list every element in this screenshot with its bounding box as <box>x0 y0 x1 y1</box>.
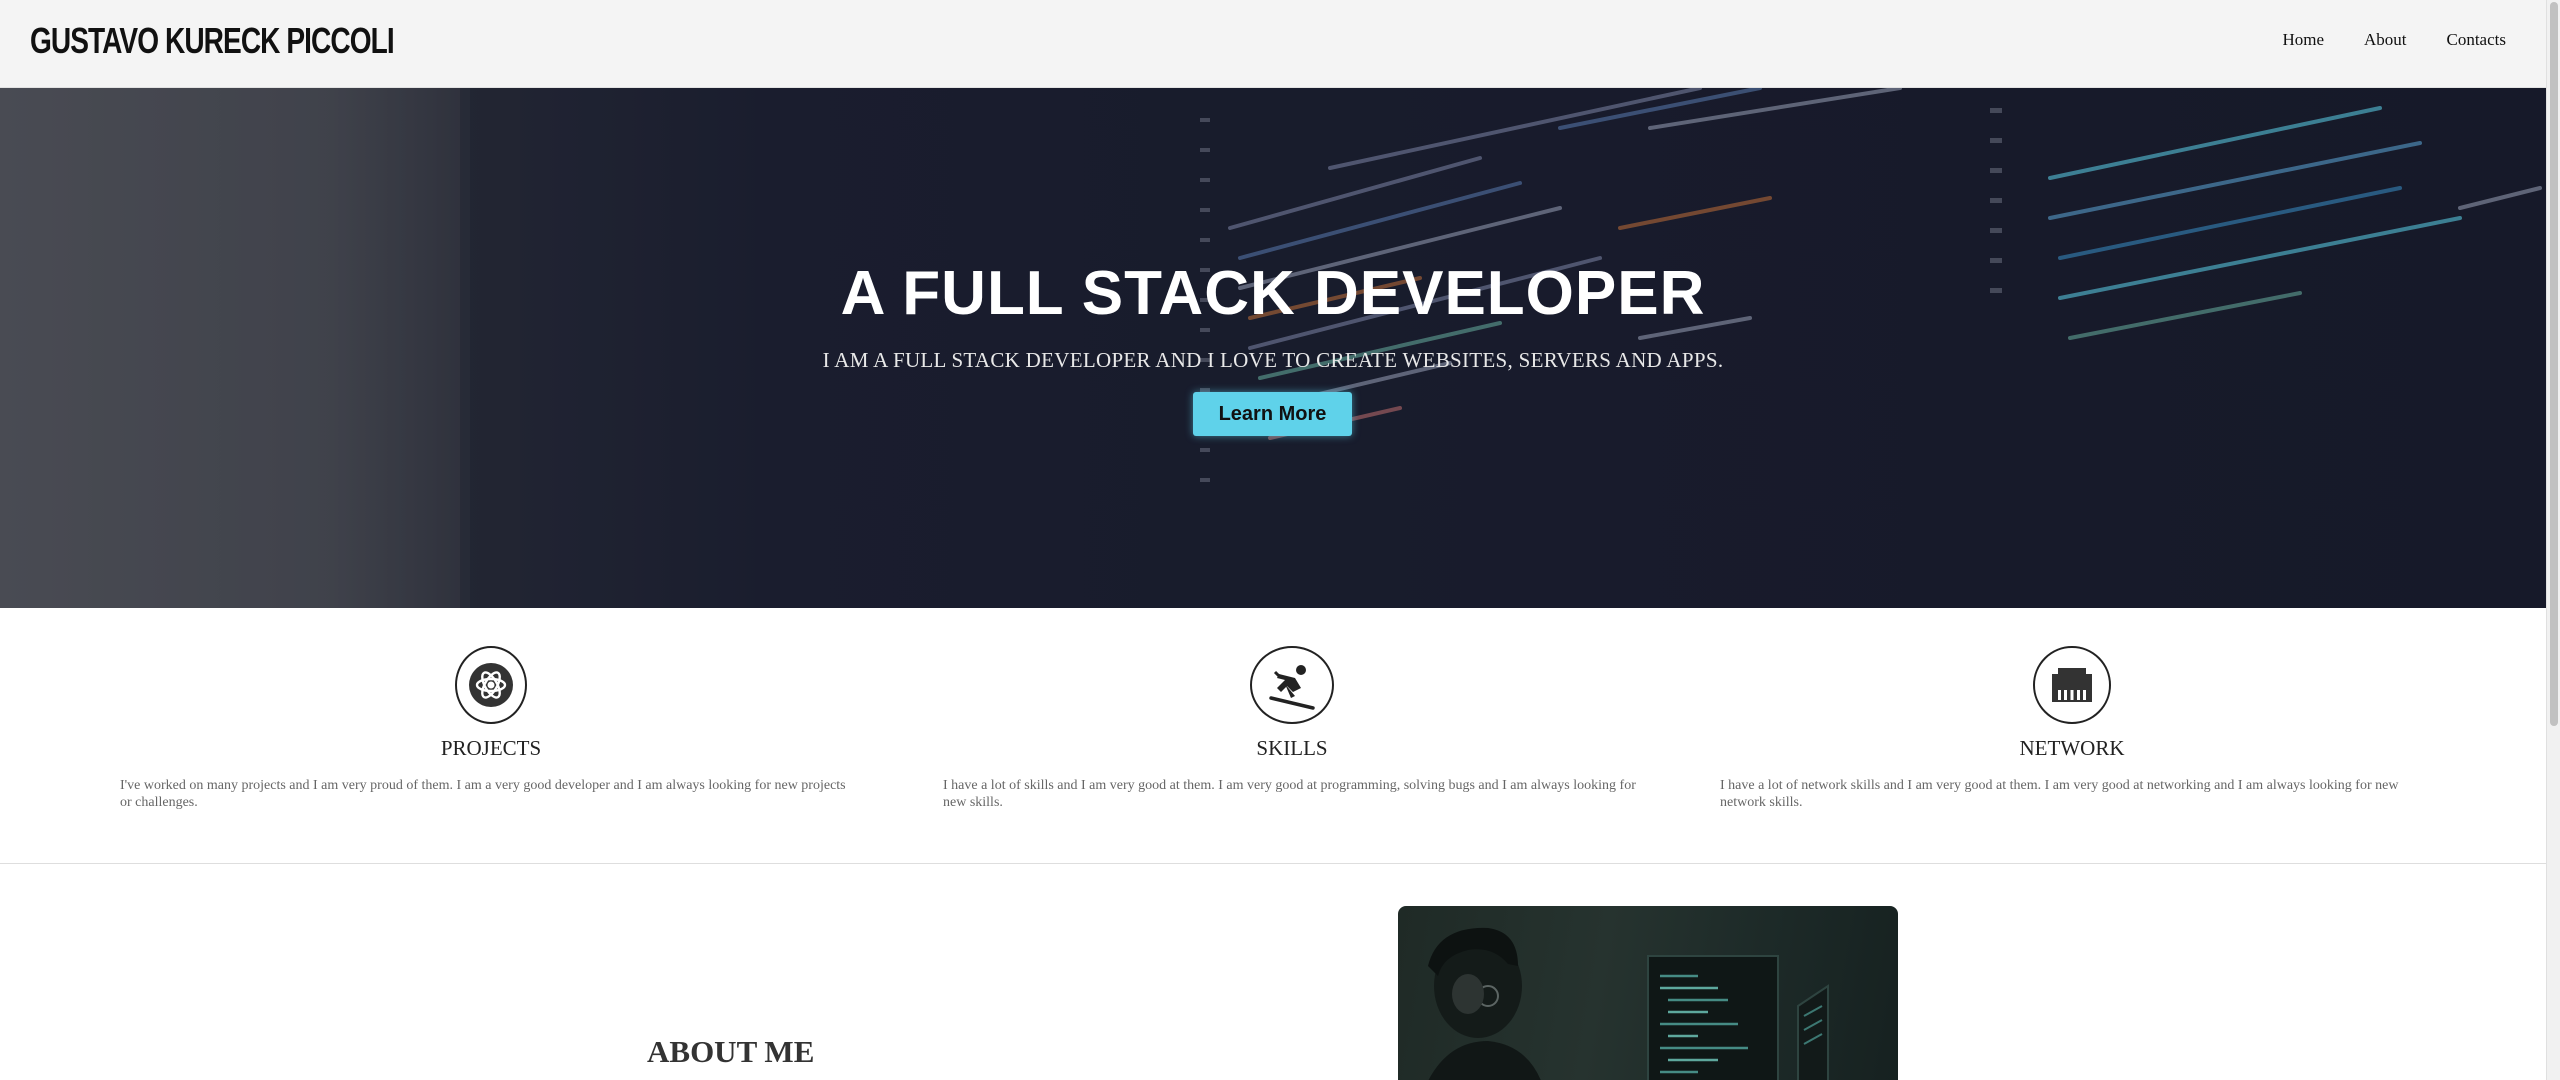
page-scrollbar[interactable] <box>2546 0 2560 1080</box>
learn-more-button[interactable]: Learn More <box>1193 392 1352 436</box>
feature-description: I have a lot of network skills and I am … <box>1720 778 2399 810</box>
main-nav: Home About Contacts <box>2282 30 2506 50</box>
hero-content: A FULL STACK DEVELOPER I AM A FULL STACK… <box>0 88 2546 608</box>
feature-title: NETWORK <box>2019 736 2125 760</box>
developer-photo <box>1398 906 1898 1080</box>
nav-about[interactable]: About <box>2364 30 2407 50</box>
site-brand[interactable]: GUSTAVO KURECK PICCOLI <box>30 20 395 62</box>
site-header: GUSTAVO KURECK PICCOLI Home About Contac… <box>0 0 2546 88</box>
nav-home[interactable]: Home <box>2282 30 2324 50</box>
scrollbar-thumb[interactable] <box>2550 2 2558 726</box>
about-section: ABOUT ME <box>0 864 2546 1080</box>
feature-title: SKILLS <box>1256 736 1328 760</box>
ethernet-icon <box>2033 646 2111 724</box>
about-title: ABOUT ME <box>647 1034 815 1069</box>
atom-icon <box>455 646 527 724</box>
hero-section: A FULL STACK DEVELOPER I AM A FULL STACK… <box>0 88 2546 608</box>
nav-contacts[interactable]: Contacts <box>2447 30 2507 50</box>
feature-description: I've worked on many projects and I am ve… <box>120 778 846 810</box>
feature-description: I have a lot of skills and I am very goo… <box>943 778 1636 810</box>
skiing-icon <box>1250 646 1334 724</box>
page: GUSTAVO KURECK PICCOLI Home About Contac… <box>0 0 2546 1080</box>
hero-subtitle: I AM A FULL STACK DEVELOPER AND I LOVE T… <box>822 348 1724 372</box>
features-section: PROJECTS I've worked on many projects an… <box>0 608 2546 864</box>
feature-title: PROJECTS <box>440 736 542 760</box>
hero-title: A FULL STACK DEVELOPER <box>840 259 1706 328</box>
